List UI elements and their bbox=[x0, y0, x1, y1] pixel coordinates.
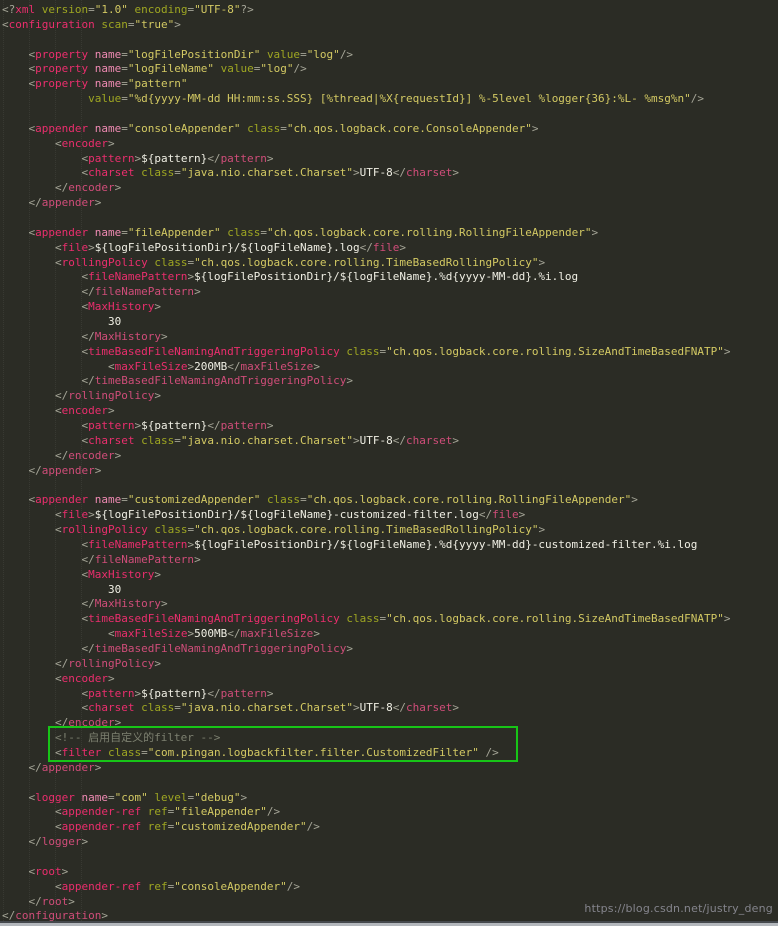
code-line: <file>${logFilePositionDir}/${logFileNam… bbox=[2, 241, 778, 256]
code-line: </encoder> bbox=[2, 449, 778, 464]
code-line: <rollingPolicy class="ch.qos.logback.cor… bbox=[2, 256, 778, 271]
code-line: 30 bbox=[2, 315, 778, 330]
code-line: value="%d{yyyy-MM-dd HH:mm:ss.SSS} [%thr… bbox=[2, 92, 778, 107]
code-line: </encoder> bbox=[2, 181, 778, 196]
code-line: <pattern>${pattern}</pattern> bbox=[2, 687, 778, 702]
code-line: <root> bbox=[2, 865, 778, 880]
code-line: </fileNamePattern> bbox=[2, 285, 778, 300]
code-line bbox=[2, 776, 778, 791]
code-line: <fileNamePattern>${logFilePositionDir}/$… bbox=[2, 270, 778, 285]
code-editor: <?xml version="1.0" encoding="UTF-8"?><c… bbox=[0, 0, 778, 926]
code-line: <encoder> bbox=[2, 404, 778, 419]
code-line: <charset class="java.nio.charset.Charset… bbox=[2, 166, 778, 181]
code-line: <!-- 启用自定义的filter --> bbox=[2, 731, 778, 746]
code-area[interactable]: <?xml version="1.0" encoding="UTF-8"?><c… bbox=[0, 0, 778, 926]
code-line: <timeBasedFileNamingAndTriggeringPolicy … bbox=[2, 612, 778, 627]
code-line: </encoder> bbox=[2, 716, 778, 731]
code-line bbox=[2, 479, 778, 494]
code-line: <pattern>${pattern}</pattern> bbox=[2, 419, 778, 434]
code-line: <property name="logFilePositionDir" valu… bbox=[2, 48, 778, 63]
code-line bbox=[2, 33, 778, 48]
code-line: </appender> bbox=[2, 761, 778, 776]
code-line bbox=[2, 211, 778, 226]
code-line bbox=[2, 850, 778, 865]
code-line: <appender-ref ref="fileAppender"/> bbox=[2, 805, 778, 820]
code-line: <appender name="fileAppender" class="ch.… bbox=[2, 226, 778, 241]
code-line bbox=[2, 107, 778, 122]
code-line: <appender-ref ref="customizedAppender"/> bbox=[2, 820, 778, 835]
code-line: <maxFileSize>200MB</maxFileSize> bbox=[2, 360, 778, 375]
code-line: <fileNamePattern>${logFilePositionDir}/$… bbox=[2, 538, 778, 553]
code-line: <charset class="java.nio.charset.Charset… bbox=[2, 701, 778, 716]
code-line: <configuration scan="true"> bbox=[2, 18, 778, 33]
code-line: <filter class="com.pingan.logbackfilter.… bbox=[2, 746, 778, 761]
code-line: <file>${logFilePositionDir}/${logFileNam… bbox=[2, 508, 778, 523]
code-line: <rollingPolicy class="ch.qos.logback.cor… bbox=[2, 523, 778, 538]
code-line: <logger name="com" level="debug"> bbox=[2, 791, 778, 806]
code-line: </fileNamePattern> bbox=[2, 553, 778, 568]
code-line: <appender-ref ref="consoleAppender"/> bbox=[2, 880, 778, 895]
code-line: <charset class="java.nio.charset.Charset… bbox=[2, 434, 778, 449]
code-line: </MaxHistory> bbox=[2, 597, 778, 612]
code-line: <property name="pattern" bbox=[2, 77, 778, 92]
code-line: </timeBasedFileNamingAndTriggeringPolicy… bbox=[2, 374, 778, 389]
code-line: <maxFileSize>500MB</maxFileSize> bbox=[2, 627, 778, 642]
watermark-link: https://blog.csdn.net/justry_deng bbox=[584, 902, 773, 917]
code-line: <timeBasedFileNamingAndTriggeringPolicy … bbox=[2, 345, 778, 360]
code-line: <?xml version="1.0" encoding="UTF-8"?> bbox=[2, 3, 778, 18]
code-line: </rollingPolicy> bbox=[2, 657, 778, 672]
code-line: <MaxHistory> bbox=[2, 568, 778, 583]
code-line: 30 bbox=[2, 583, 778, 598]
code-line: <appender name="customizedAppender" clas… bbox=[2, 493, 778, 508]
code-line: </appender> bbox=[2, 464, 778, 479]
code-line: <encoder> bbox=[2, 672, 778, 687]
code-line: </MaxHistory> bbox=[2, 330, 778, 345]
code-line: <encoder> bbox=[2, 137, 778, 152]
code-line: <property name="logFileName" value="log"… bbox=[2, 62, 778, 77]
code-line: </timeBasedFileNamingAndTriggeringPolicy… bbox=[2, 642, 778, 657]
code-line: <pattern>${pattern}</pattern> bbox=[2, 152, 778, 167]
code-line: </appender> bbox=[2, 196, 778, 211]
code-line: </rollingPolicy> bbox=[2, 389, 778, 404]
code-line: <MaxHistory> bbox=[2, 300, 778, 315]
code-line: </logger> bbox=[2, 835, 778, 850]
window-bottom-edge bbox=[0, 921, 778, 926]
code-line: <appender name="consoleAppender" class="… bbox=[2, 122, 778, 137]
